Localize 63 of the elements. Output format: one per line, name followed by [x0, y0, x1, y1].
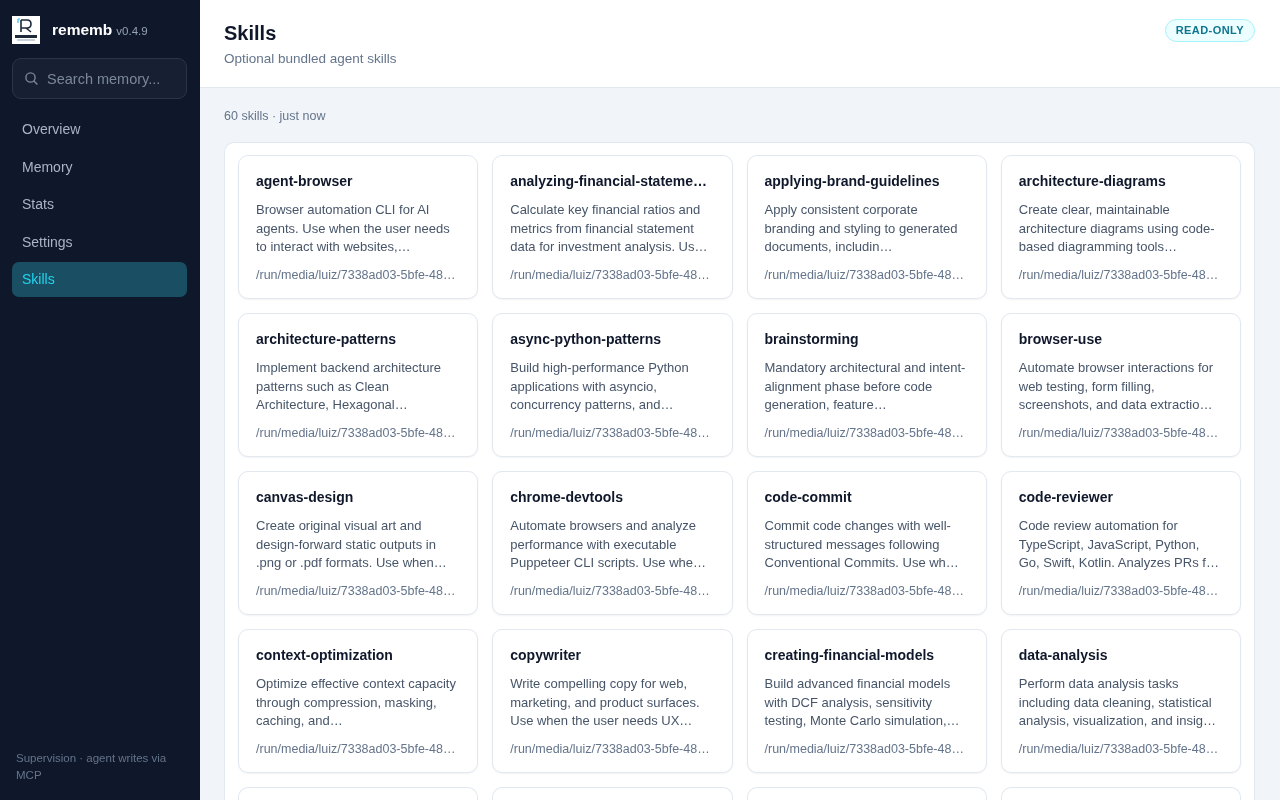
skill-description: Create clear, maintainable architecture diagrams using code-based diagramming tools… — [1018, 201, 1216, 256]
logo-icon — [12, 16, 40, 44]
skill-name: async-python-patterns — [510, 330, 663, 349]
skill-path: /run/media/luiz/7338ad03-5bfe-48… — [256, 582, 457, 600]
skill-description: Automate browser interactions for web testing, form filling, screenshots, and data extractio… — [1018, 359, 1215, 414]
version-label: v0.4.9 — [116, 23, 148, 39]
skill-name: brainstorming — [764, 330, 860, 349]
skill-name: applying-brand-guidelines — [764, 172, 941, 191]
skill-description: Calculate key financial ratios and metrics from financial statement data for investment analysis. Us… — [510, 201, 709, 256]
skill-description: Automate browsers and analyze performance with executable Puppeteer CLI scripts. Use whe… — [510, 517, 708, 572]
skill-name: agent-browser — [256, 172, 354, 191]
skill-path: /run/media/luiz/7338ad03-5bfe-48… — [1018, 740, 1220, 758]
skill-name: copywriter — [510, 646, 583, 665]
skill-description: Build advanced financial models with DCF analysis, sensitivity testing, Monte Carlo simulation,… — [764, 675, 961, 730]
skill-name: architecture-patterns — [256, 330, 398, 349]
skill-path: /run/media/luiz/7338ad03-5bfe-48… — [510, 266, 711, 284]
skill-description: Mandatory architectural and intent-alignment phase before code generation, feature… — [764, 359, 967, 414]
sidebar-nav-item[interactable]: Skills — [12, 262, 187, 297]
skill-name: code-reviewer — [1018, 488, 1114, 507]
sidebar-footer-text: Supervision · agent writes via MCP — [15, 751, 168, 783]
skill-path: /run/media/luiz/7338ad03-5bfe-48… — [764, 740, 965, 758]
skill-name: creating-financial-models — [764, 646, 936, 665]
sidebar-nav-item[interactable]: Settings — [12, 224, 187, 260]
skill-name: code-commit — [764, 488, 853, 507]
skill-description: Code review automation for TypeScript, JavaScript, Python, Go, Swift, Kotlin. Analyzes PRs f… — [1018, 517, 1220, 572]
sidebar-nav-item[interactable]: Overview — [12, 112, 187, 147]
skills-summary: 60 skills · just now — [224, 108, 326, 124]
skill-path: /run/media/luiz/7338ad03-5bfe-48… — [764, 266, 965, 284]
skill-name: context-optimization — [256, 646, 394, 665]
sidebar-nav-item[interactable]: Stats — [12, 187, 187, 222]
skill-name: architecture-diagrams — [1018, 172, 1167, 191]
skill-path: /run/media/luiz/7338ad03-5bfe-48… — [256, 424, 457, 442]
skill-description: Commit code changes with well-structured messages following Conventional Commits. Use wh… — [764, 517, 960, 572]
skill-path: /run/media/luiz/7338ad03-5bfe-48… — [510, 740, 711, 758]
skill-path: /run/media/luiz/7338ad03-5bfe-48… — [1018, 424, 1220, 442]
skill-path: /run/media/luiz/7338ad03-5bfe-48… — [256, 740, 457, 758]
skill-description: Perform data analysis tasks including data cleaning, statistical analysis, visualization, and insig… — [1018, 675, 1218, 730]
app-name: rememb — [52, 19, 113, 40]
skill-path: /run/media/luiz/7338ad03-5bfe-48… — [256, 266, 457, 284]
page-subtitle: Optional bundled agent skills — [224, 50, 397, 68]
skill-path: /run/media/luiz/7338ad03-5bfe-48… — [1018, 582, 1220, 600]
skill-name: chrome-devtools — [510, 488, 625, 507]
skill-name: canvas-design — [256, 488, 355, 507]
skill-path: /run/media/luiz/7338ad03-5bfe-48… — [510, 424, 711, 442]
skill-description: Write compelling copy for web, marketing, and product surfaces. Use when the user needs UX… — [510, 675, 701, 730]
search-field[interactable]: Search memory... — [12, 58, 187, 99]
read-only-badge: READ-ONLY — [1164, 19, 1255, 42]
skill-path: /run/media/luiz/7338ad03-5bfe-48… — [764, 582, 965, 600]
skill-description: Create original visual art and design-forward static outputs in .png or .pdf formats. Use when… — [256, 517, 448, 572]
skill-description: Build high-performance Python applications with asyncio, concurrency patterns, and… — [510, 359, 690, 414]
search-icon — [25, 72, 38, 85]
skill-description: Optimize effective context capacity through compression, masking, caching, and… — [256, 675, 457, 730]
skill-name: analyzing-financial-stateme… — [510, 172, 709, 191]
skill-description: Apply consistent corporate branding and styling to generated documents, includin… — [764, 201, 959, 256]
skill-path: /run/media/luiz/7338ad03-5bfe-48… — [510, 582, 711, 600]
skill-path: /run/media/luiz/7338ad03-5bfe-48… — [1018, 266, 1220, 284]
skill-description: Browser automation CLI for AI agents. Use when the user needs to interact with websites,… — [256, 201, 451, 256]
skill-description: Implement backend architecture patterns such as Clean Architecture, Hexagonal… — [256, 359, 442, 414]
skill-name: data-analysis — [1018, 646, 1109, 665]
page-title: Skills — [224, 21, 278, 46]
sidebar-nav-item[interactable]: Memory — [12, 149, 187, 185]
skill-name: browser-use — [1018, 330, 1103, 349]
skill-path: /run/media/luiz/7338ad03-5bfe-48… — [764, 424, 965, 442]
